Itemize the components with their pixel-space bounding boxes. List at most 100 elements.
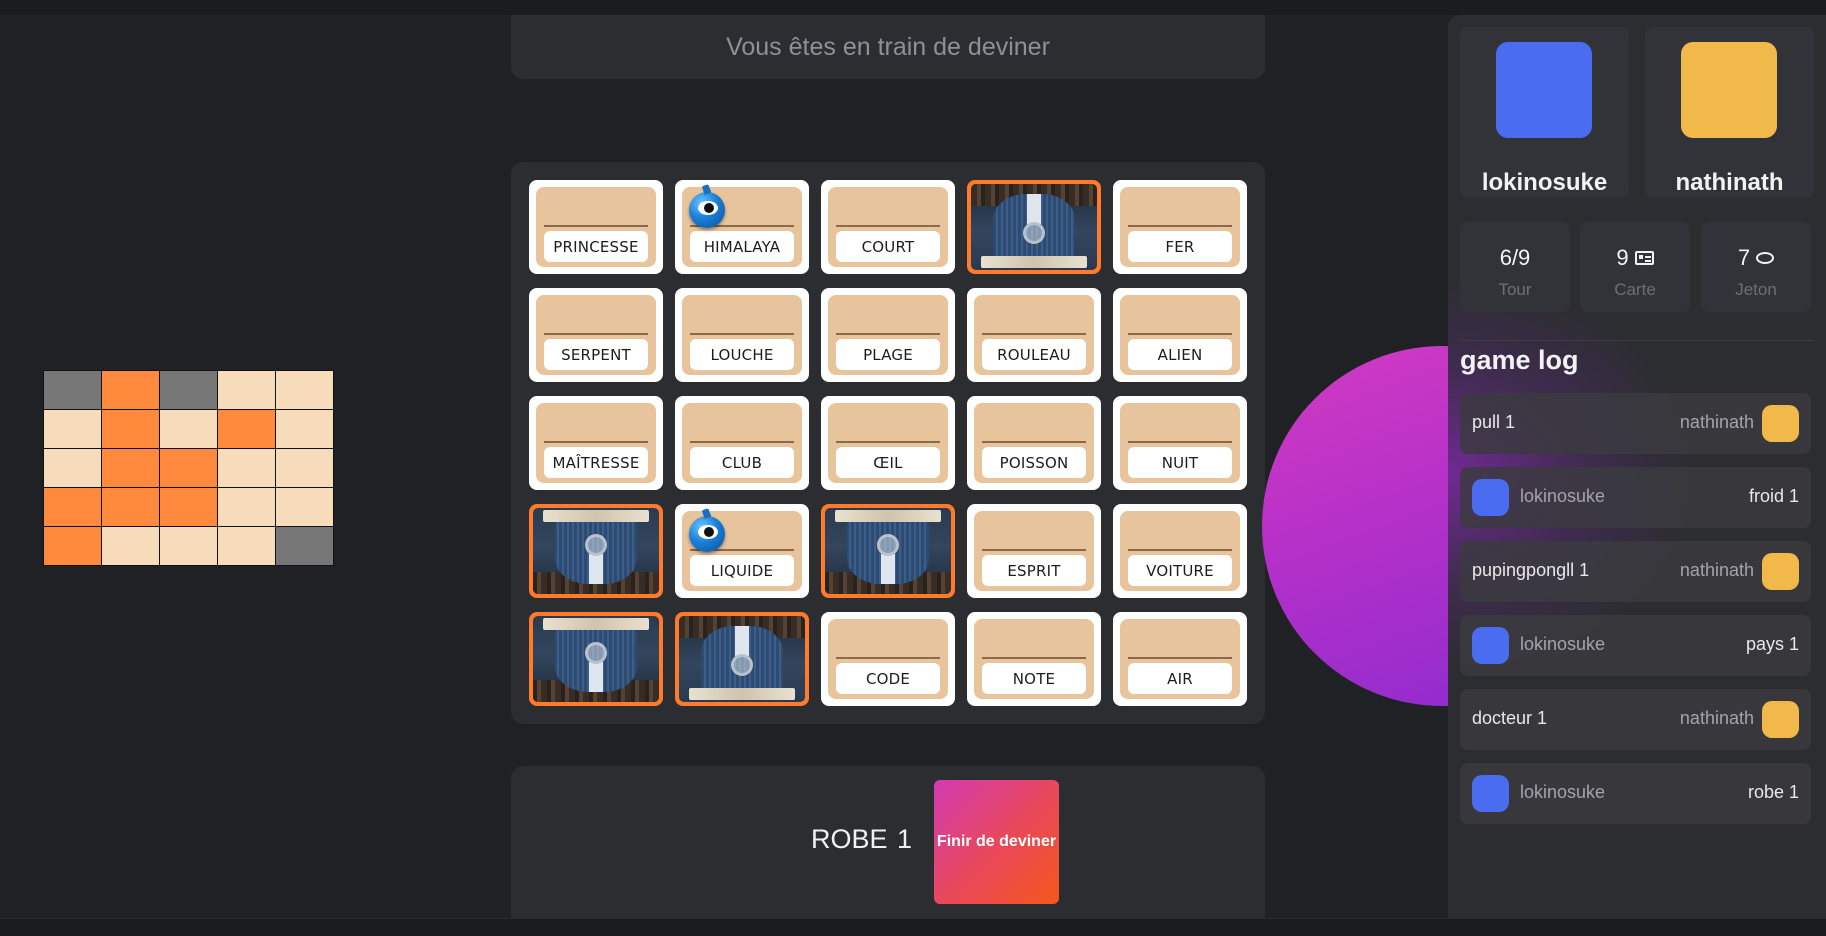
player-name: nathinath	[1675, 169, 1784, 196]
word-card[interactable]: NOTE	[967, 612, 1101, 706]
stat-cards: 9 Carte	[1580, 222, 1690, 312]
player-avatar	[1681, 42, 1777, 138]
key-map-cell	[44, 527, 101, 565]
card-divider	[1128, 441, 1232, 443]
log-player: lokinosuke	[1520, 782, 1606, 802]
agent-photo	[825, 508, 951, 594]
agent-photo	[679, 616, 805, 702]
card-divider	[690, 441, 794, 443]
word-card[interactable]: SERPENT	[529, 288, 663, 382]
card-divider	[1128, 225, 1232, 227]
key-map-cell	[218, 527, 275, 565]
revealed-agent-card[interactable]	[821, 504, 955, 598]
revealed-agent-card[interactable]	[529, 504, 663, 598]
word-card-label: ŒIL	[836, 447, 940, 478]
player-color-chip	[1472, 627, 1509, 664]
stat-tokens-value: 7	[1737, 245, 1751, 270]
word-card[interactable]: CLUB	[675, 396, 809, 490]
word-card[interactable]: FER	[1113, 180, 1247, 274]
word-card-label: HIMALAYA	[690, 231, 794, 262]
word-card[interactable]: NUIT	[1113, 396, 1247, 490]
key-map-cell	[276, 488, 333, 526]
word-card-label: NOTE	[982, 663, 1086, 694]
key-map-cell	[44, 371, 101, 409]
word-card[interactable]: LOUCHE	[675, 288, 809, 382]
agent-photo	[533, 508, 659, 594]
word-card[interactable]: PLAGE	[821, 288, 955, 382]
card-divider	[544, 225, 648, 227]
player-color-chip	[1762, 405, 1799, 442]
key-map-cell	[218, 488, 275, 526]
stat-cards-label: Carte	[1614, 280, 1656, 299]
word-card-face: LOUCHE	[682, 295, 802, 375]
word-card[interactable]: ROULEAU	[967, 288, 1101, 382]
key-map-cell	[160, 449, 217, 487]
word-card[interactable]: HIMALAYA	[675, 180, 809, 274]
word-card-label: VOITURE	[1128, 555, 1232, 586]
agent-photo	[971, 184, 1097, 270]
word-card-label: FER	[1128, 231, 1232, 262]
word-card[interactable]: PRINCESSE	[529, 180, 663, 274]
key-map-cell	[102, 527, 159, 565]
word-card-face: NOTE	[974, 619, 1094, 699]
word-card[interactable]: AIR	[1113, 612, 1247, 706]
eye-marker-icon	[689, 508, 725, 552]
key-map-cell	[160, 488, 217, 526]
key-map-cell	[160, 410, 217, 448]
card-divider	[690, 333, 794, 335]
card-divider	[836, 441, 940, 443]
status-banner: Vous êtes en train de deviner	[511, 15, 1265, 79]
card-divider	[982, 441, 1086, 443]
card-divider	[1128, 333, 1232, 335]
revealed-agent-card[interactable]	[967, 180, 1101, 274]
word-card[interactable]: ŒIL	[821, 396, 955, 490]
word-card-face: VOITURE	[1120, 511, 1240, 591]
card-divider	[544, 333, 648, 335]
bottom-bar	[0, 918, 1826, 936]
eye-marker-icon	[689, 184, 725, 228]
revealed-agent-card[interactable]	[675, 612, 809, 706]
word-card[interactable]: MAÎTRESSE	[529, 396, 663, 490]
word-card-face: PLAGE	[828, 295, 948, 375]
word-card[interactable]: POISSON	[967, 396, 1101, 490]
word-card[interactable]: LIQUIDE	[675, 504, 809, 598]
key-map-cell	[276, 527, 333, 565]
side-panel: lokinosuke nathinath 6/9 Tour 9 Carte 7 …	[1448, 15, 1826, 918]
log-clue: pays 1	[1745, 634, 1799, 654]
player-color-chip	[1762, 553, 1799, 590]
log-player: nathinath	[1679, 412, 1754, 432]
word-card[interactable]: ALIEN	[1113, 288, 1247, 382]
word-card[interactable]: VOITURE	[1113, 504, 1247, 598]
word-card-label: CLUB	[690, 447, 794, 478]
word-card[interactable]: CODE	[821, 612, 955, 706]
finish-guessing-button[interactable]: Finir de deviner	[934, 780, 1059, 904]
word-card-label: COURT	[836, 231, 940, 262]
word-card-label: AIR	[1128, 663, 1232, 694]
divider	[1460, 340, 1814, 341]
word-card-face: ESPRIT	[974, 511, 1094, 591]
key-map-cell	[276, 410, 333, 448]
word-card[interactable]: ESPRIT	[967, 504, 1101, 598]
word-card-face: AIR	[1120, 619, 1240, 699]
word-card-label: LOUCHE	[690, 339, 794, 370]
game-log-title: game log	[1460, 345, 1579, 375]
player-color-chip	[1472, 775, 1509, 812]
word-card-label: ROULEAU	[982, 339, 1086, 370]
game-log-entry: froid 1 lokinosuke	[1460, 467, 1811, 528]
game-log-entry: docteur 1 nathinath	[1460, 689, 1811, 750]
player-name: lokinosuke	[1481, 169, 1608, 196]
key-map-cell	[44, 488, 101, 526]
player-avatar	[1496, 42, 1592, 138]
player-card-nathinath: nathinath	[1645, 27, 1814, 198]
word-card-face: CLUB	[682, 403, 802, 483]
word-card[interactable]: COURT	[821, 180, 955, 274]
revealed-agent-card[interactable]	[529, 612, 663, 706]
word-card-face: NUIT	[1120, 403, 1240, 483]
card-divider	[544, 441, 648, 443]
stat-turn: 6/9 Tour	[1460, 222, 1570, 312]
log-player: lokinosuke	[1520, 634, 1606, 654]
agent-photo	[533, 616, 659, 702]
word-card-label: ALIEN	[1128, 339, 1232, 370]
stat-tokens: 7 Jeton	[1701, 222, 1811, 312]
card-divider	[1128, 549, 1232, 551]
